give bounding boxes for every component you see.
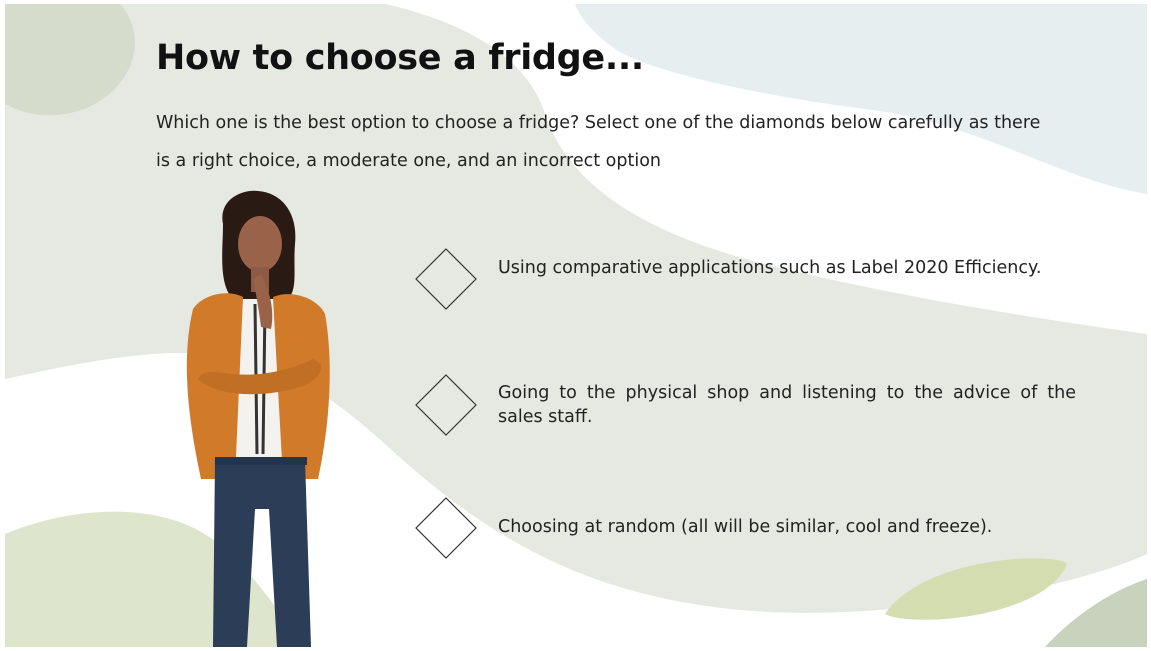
diamond-icon[interactable] xyxy=(415,374,477,436)
page-title: How to choose a fridge... xyxy=(156,38,644,78)
bg-shape-topleft-leaf xyxy=(5,4,135,116)
slide: How to choose a fridge... Which one is t… xyxy=(5,4,1147,647)
diamond-icon[interactable] xyxy=(415,497,477,559)
answer-option-2[interactable]: Going to the physical shop and listening… xyxy=(415,374,1095,436)
answer-option-2-label: Going to the physical shop and listening… xyxy=(498,383,1076,427)
answer-option-1-label: Using comparative applications such as L… xyxy=(498,258,1042,278)
diamond-icon[interactable] xyxy=(415,248,477,310)
answer-option-3-label: Choosing at random (all will be similar,… xyxy=(498,517,993,537)
answer-option-1[interactable]: Using comparative applications such as L… xyxy=(415,248,1095,310)
answer-option-3[interactable]: Choosing at random (all will be similar,… xyxy=(415,497,1095,559)
instructions-text: Which one is the best option to choose a… xyxy=(156,113,1041,171)
person-illustration xyxy=(186,190,330,647)
